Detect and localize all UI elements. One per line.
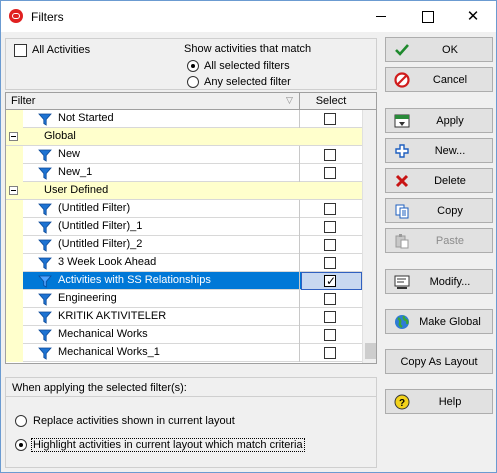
- grid-filter-row[interactable]: New: [6, 146, 362, 164]
- apply-options-heading: When applying the selected filter(s):: [12, 382, 187, 394]
- checkmark-icon: ✓: [326, 274, 337, 288]
- grid-rows: Not Started Global New New_1 User Defined (Un…: [6, 110, 362, 362]
- filter-name: New: [58, 148, 81, 160]
- select-checkbox[interactable]: [324, 203, 336, 215]
- apply-options-panel: When applying the selected filter(s): Re…: [5, 377, 377, 468]
- grid-filter-row[interactable]: Activities with SS Relationships ✓: [6, 272, 362, 290]
- sort-indicator-icon: ▽: [286, 95, 293, 105]
- close-button[interactable]: ✕: [450, 1, 496, 32]
- new-button[interactable]: New...: [385, 138, 493, 163]
- select-checkbox[interactable]: [324, 239, 336, 251]
- select-checkbox[interactable]: [324, 347, 336, 359]
- show-match-label: Show activities that match: [184, 43, 312, 55]
- all-selected-radio[interactable]: [187, 60, 199, 72]
- filter-name: New_1: [58, 166, 93, 178]
- copy-button[interactable]: Copy: [385, 198, 493, 223]
- filters-dialog: Filters ✕ All Activities Show activities…: [0, 0, 497, 473]
- filter-funnel-icon: [38, 149, 52, 162]
- filter-funnel-icon: [38, 311, 52, 324]
- filter-name: Not Started: [58, 112, 114, 124]
- grid-group-row[interactable]: User Defined: [6, 182, 362, 200]
- ok-button[interactable]: OK: [385, 37, 493, 62]
- grid-filter-row[interactable]: Engineering: [6, 290, 362, 308]
- replace-activities-radio[interactable]: [15, 415, 27, 427]
- filter-funnel-icon: [38, 113, 52, 126]
- filter-funnel-icon: [38, 275, 52, 288]
- select-checkbox[interactable]: [324, 293, 336, 305]
- highlight-activities-label: Highlight activities in current layout w…: [31, 438, 305, 452]
- select-checkbox[interactable]: [324, 329, 336, 341]
- grid-filter-row[interactable]: (Untitled Filter)_2: [6, 236, 362, 254]
- grid-filter-row[interactable]: (Untitled Filter)_1: [6, 218, 362, 236]
- apply-button[interactable]: Apply: [385, 108, 493, 133]
- filter-name: Mechanical Works_1: [58, 346, 160, 358]
- paste-button[interactable]: Paste: [385, 228, 493, 253]
- help-button[interactable]: ? Help: [385, 389, 493, 414]
- select-checkbox[interactable]: [324, 113, 336, 125]
- column-header-select[interactable]: Select: [300, 95, 362, 107]
- collapse-toggle-icon[interactable]: [9, 132, 18, 141]
- group-label: Global: [44, 130, 76, 142]
- filter-name: Activities with SS Relationships: [58, 274, 211, 286]
- delete-button[interactable]: Delete: [385, 168, 493, 193]
- minimize-button[interactable]: [358, 1, 404, 32]
- grid-group-row[interactable]: Global: [6, 128, 362, 146]
- any-selected-label: Any selected filter: [204, 76, 291, 88]
- dialog-client: All Activities Show activities that matc…: [1, 32, 496, 472]
- modify-button[interactable]: Modify...: [385, 269, 493, 294]
- collapse-toggle-icon[interactable]: [9, 186, 18, 195]
- replace-activities-label: Replace activities shown in current layo…: [33, 415, 235, 427]
- scrollbar-thumb[interactable]: [365, 343, 376, 359]
- filter-name: 3 Week Look Ahead: [58, 256, 157, 268]
- match-options-panel: All Activities Show activities that matc…: [5, 38, 377, 90]
- filter-funnel-icon: [38, 203, 52, 216]
- oracle-app-icon: [9, 9, 23, 23]
- grid-filter-row[interactable]: KRITIK AKTIVITELER: [6, 308, 362, 326]
- make-global-button[interactable]: Make Global: [385, 309, 493, 334]
- filter-funnel-icon: [38, 221, 52, 234]
- filter-funnel-icon: [38, 293, 52, 306]
- all-activities-checkbox[interactable]: [14, 44, 27, 57]
- copy-as-layout-button[interactable]: Copy As Layout: [385, 349, 493, 374]
- select-checkbox[interactable]: [324, 311, 336, 323]
- all-selected-label: All selected filters: [204, 60, 290, 72]
- filter-name: (Untitled Filter): [58, 202, 131, 214]
- group-label: User Defined: [44, 184, 109, 196]
- grid-filter-row[interactable]: New_1: [6, 164, 362, 182]
- filter-name: Mechanical Works: [58, 328, 148, 340]
- filter-name: (Untitled Filter)_2: [58, 238, 143, 250]
- select-checkbox[interactable]: ✓: [324, 274, 337, 288]
- select-checkbox[interactable]: [324, 149, 336, 161]
- select-checkbox[interactable]: [324, 257, 336, 269]
- filter-grid: Filter ▽ Select Not Started Global New New_…: [5, 92, 377, 364]
- grid-filter-row[interactable]: 3 Week Look Ahead: [6, 254, 362, 272]
- all-activities-label: All Activities: [32, 44, 91, 56]
- filter-name: (Untitled Filter)_1: [58, 220, 143, 232]
- select-checkbox[interactable]: [324, 167, 336, 179]
- filter-name: KRITIK AKTIVITELER: [58, 310, 167, 322]
- maximize-button[interactable]: [404, 1, 450, 32]
- any-selected-radio[interactable]: [187, 76, 199, 88]
- filter-name: Engineering: [58, 292, 117, 304]
- filter-funnel-icon: [38, 239, 52, 252]
- filter-funnel-icon: [38, 167, 52, 180]
- filter-funnel-icon: [38, 347, 52, 360]
- filter-funnel-icon: [38, 329, 52, 342]
- grid-header: Filter ▽ Select: [6, 93, 362, 110]
- grid-filter-row[interactable]: Mechanical Works_1: [6, 344, 362, 362]
- grid-filter-row[interactable]: Mechanical Works: [6, 326, 362, 344]
- filter-funnel-icon: [38, 257, 52, 270]
- column-header-filter[interactable]: Filter: [11, 95, 35, 107]
- grid-filter-row[interactable]: (Untitled Filter): [6, 200, 362, 218]
- title-bar: Filters ✕: [1, 1, 496, 32]
- cancel-button[interactable]: Cancel: [385, 67, 493, 92]
- select-checkbox[interactable]: [324, 221, 336, 233]
- highlight-activities-radio[interactable]: [15, 439, 27, 451]
- grid-vertical-scrollbar[interactable]: [362, 110, 376, 363]
- grid-filter-row[interactable]: Not Started: [6, 110, 362, 128]
- window-title: Filters: [31, 10, 64, 24]
